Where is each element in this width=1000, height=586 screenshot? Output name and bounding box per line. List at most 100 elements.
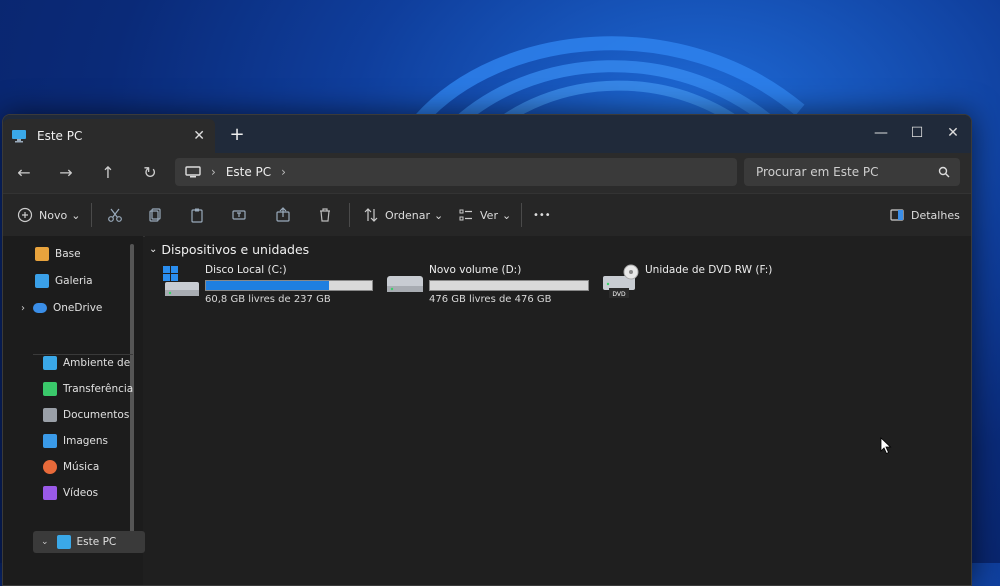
dvd-label: DVD bbox=[612, 291, 626, 298]
computer-icon bbox=[185, 166, 201, 178]
mouse-cursor-icon bbox=[880, 437, 892, 455]
breadcrumb-separator: › bbox=[211, 165, 216, 179]
rename-button[interactable] bbox=[231, 202, 247, 228]
drive-c[interactable]: Disco Local (C:) 60,8 GB livres de 237 G… bbox=[161, 264, 373, 305]
scissors-icon bbox=[108, 208, 122, 222]
search-box[interactable]: Procurar em Este PC bbox=[744, 158, 960, 186]
list-view-icon bbox=[459, 209, 472, 221]
drive-free-space: 476 GB livres de 476 GB bbox=[429, 294, 552, 305]
delete-button[interactable] bbox=[317, 202, 333, 228]
search-input[interactable]: Procurar em Este PC bbox=[756, 165, 938, 179]
share-button[interactable] bbox=[275, 202, 291, 228]
desktop-icon bbox=[43, 356, 57, 370]
file-explorer-window: Este PC ✕ + — ☐ ✕ ← → ↑ ↻ › Este PC › Pr… bbox=[2, 114, 972, 586]
cut-button[interactable] bbox=[107, 202, 123, 228]
paste-button[interactable] bbox=[189, 202, 205, 228]
chevron-down-icon: ⌄ bbox=[71, 208, 81, 222]
up-button[interactable]: ↑ bbox=[95, 161, 121, 185]
drive-free-space: 60,8 GB livres de 237 GB bbox=[205, 294, 331, 305]
document-icon bbox=[43, 408, 57, 422]
windows-drive-icon bbox=[163, 266, 199, 296]
video-icon bbox=[43, 486, 57, 500]
divider bbox=[349, 203, 350, 227]
new-button[interactable]: Novo ⌄ bbox=[17, 202, 80, 228]
sidebar-item-label: OneDrive bbox=[53, 302, 103, 314]
view-label: Ver bbox=[480, 208, 498, 222]
view-button[interactable]: Ver ⌄ bbox=[458, 202, 511, 228]
more-options-button[interactable]: ••• bbox=[533, 202, 551, 228]
forward-button[interactable]: → bbox=[53, 161, 79, 185]
share-icon bbox=[276, 207, 290, 222]
close-tab-button[interactable]: ✕ bbox=[193, 128, 205, 144]
navigation-pane: Base Galeria › OneDrive Ambiente de 📌 Tr… bbox=[3, 236, 166, 585]
tab-este-pc[interactable]: Este PC ✕ bbox=[3, 119, 215, 153]
plus-circle-icon bbox=[17, 207, 33, 223]
sidebar-item-label: Imagens bbox=[63, 435, 109, 447]
sidebar-item-label: Galeria bbox=[55, 275, 93, 287]
breadcrumb-este-pc[interactable]: Este PC bbox=[226, 165, 271, 179]
copy-icon bbox=[149, 208, 161, 222]
address-bar[interactable]: › Este PC › bbox=[175, 158, 737, 186]
drive-d[interactable]: Novo volume (D:) 476 GB livres de 476 GB bbox=[385, 264, 589, 305]
content-area: ⌄ Dispositivos e unidades Disco Local (C… bbox=[145, 236, 971, 585]
drive-name: Disco Local (C:) bbox=[205, 264, 287, 276]
new-tab-button[interactable]: + bbox=[225, 123, 249, 147]
group-title: Dispositivos e unidades bbox=[161, 242, 310, 257]
divider bbox=[91, 203, 92, 227]
sidebar-item-galeria[interactable]: Galeria bbox=[35, 270, 160, 292]
chevron-down-icon: ⌄ bbox=[433, 208, 444, 222]
search-icon bbox=[938, 166, 950, 178]
sidebar-item-label: Vídeos bbox=[63, 487, 99, 499]
drive-name: Unidade de DVD RW (F:) bbox=[645, 264, 773, 276]
drive-usage-fill bbox=[206, 281, 329, 290]
trash-icon bbox=[320, 208, 330, 222]
divider bbox=[521, 203, 522, 227]
details-pane-icon bbox=[890, 209, 904, 221]
sort-button[interactable]: Ordenar ⌄ bbox=[363, 202, 443, 228]
hard-drive-icon bbox=[387, 276, 423, 292]
sidebar-item-label: Ambiente de bbox=[63, 357, 131, 369]
sidebar-item-este-pc[interactable]: ⌄ Este PC bbox=[33, 531, 145, 553]
sidebar-item-label: Transferência bbox=[63, 383, 134, 395]
image-icon bbox=[43, 434, 57, 448]
sidebar-item-label: Documentos bbox=[63, 409, 130, 421]
sort-icon bbox=[364, 208, 378, 222]
sidebar-item-onedrive[interactable]: › OneDrive bbox=[21, 297, 146, 319]
group-header[interactable]: ⌄ Dispositivos e unidades bbox=[149, 242, 309, 257]
command-bar: Novo ⌄ Ordenar ⌄ Ver ⌄ ••• Detalhes bbox=[3, 193, 971, 237]
clipboard-icon bbox=[191, 208, 203, 223]
music-icon bbox=[43, 460, 57, 474]
back-button[interactable]: ← bbox=[11, 161, 37, 185]
refresh-button[interactable]: ↻ bbox=[137, 161, 163, 185]
drive-name: Novo volume (D:) bbox=[429, 264, 522, 276]
sidebar-item-label: Este PC bbox=[76, 536, 117, 548]
title-bar: Este PC ✕ + — ☐ ✕ bbox=[3, 115, 971, 153]
new-label: Novo bbox=[39, 208, 68, 222]
sidebar-item-label: Música bbox=[63, 461, 100, 473]
navigation-bar: ← → ↑ ↻ › Este PC › Procurar em Este PC bbox=[3, 153, 971, 193]
copy-button[interactable] bbox=[147, 202, 163, 228]
drive-f[interactable]: DVD Unidade de DVD RW (F:) bbox=[601, 264, 772, 304]
chevron-down-icon: ⌄ bbox=[41, 537, 49, 547]
close-window-button[interactable]: ✕ bbox=[935, 119, 971, 147]
gallery-icon bbox=[35, 274, 49, 288]
home-icon bbox=[35, 247, 49, 261]
tab-title: Este PC bbox=[37, 129, 83, 143]
details-label: Detalhes bbox=[911, 208, 960, 222]
sort-label: Ordenar bbox=[385, 208, 430, 222]
computer-icon bbox=[56, 535, 71, 549]
computer-icon bbox=[12, 130, 26, 143]
chevron-right-icon: › bbox=[21, 302, 25, 314]
drive-usage-bar bbox=[429, 280, 589, 291]
maximize-button[interactable]: ☐ bbox=[899, 119, 935, 147]
cloud-icon bbox=[33, 303, 47, 313]
breadcrumb-separator[interactable]: › bbox=[281, 165, 286, 179]
drive-usage-bar bbox=[205, 280, 373, 291]
download-icon bbox=[43, 382, 57, 396]
chevron-down-icon: ⌄ bbox=[149, 244, 158, 255]
minimize-button[interactable]: — bbox=[863, 119, 899, 147]
sidebar-item-label: Base bbox=[55, 248, 81, 260]
sidebar-item-base[interactable]: Base bbox=[35, 243, 160, 265]
details-pane-button[interactable]: Detalhes bbox=[889, 202, 960, 228]
chevron-down-icon: ⌄ bbox=[501, 208, 512, 222]
